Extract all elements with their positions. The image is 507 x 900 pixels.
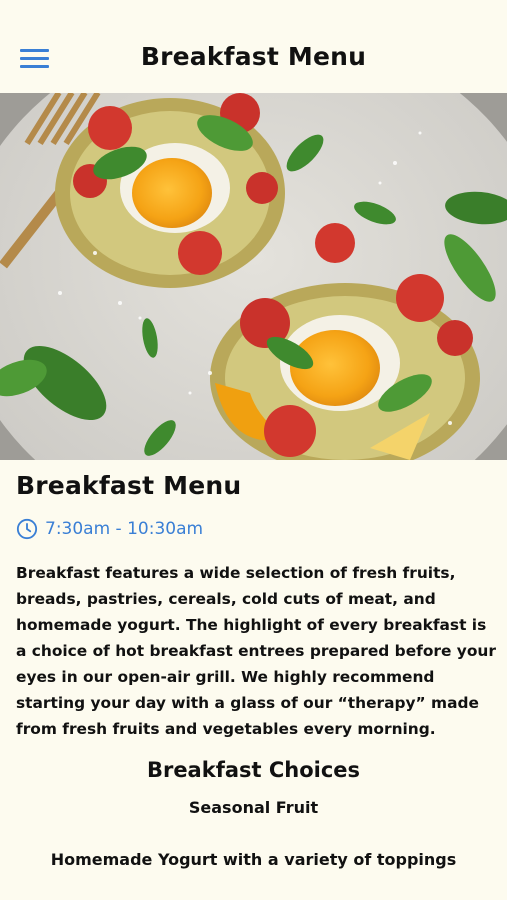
hours-row: 7:30am - 10:30am <box>16 517 203 541</box>
description-text: Breakfast features a wide selection of f… <box>16 564 496 738</box>
app-screen: Breakfast Menu Breakfast Menu 7:30am - 1… <box>0 0 507 900</box>
choice-item-seasonal-fruit: Seasonal Fruit <box>188 798 319 817</box>
choice-item-homemade-yogurt: Homemade Yogurt with a variety of toppin… <box>50 850 457 869</box>
choices-heading: Breakfast Choices <box>146 758 361 782</box>
top-app-bar: Breakfast Menu <box>0 0 507 93</box>
clock-icon <box>16 518 38 540</box>
breakfast-dish-photo <box>0 93 507 460</box>
page-title: Breakfast Menu <box>140 42 367 71</box>
hours-text: 7:30am - 10:30am <box>45 519 204 539</box>
section-title: Breakfast Menu <box>16 471 242 500</box>
